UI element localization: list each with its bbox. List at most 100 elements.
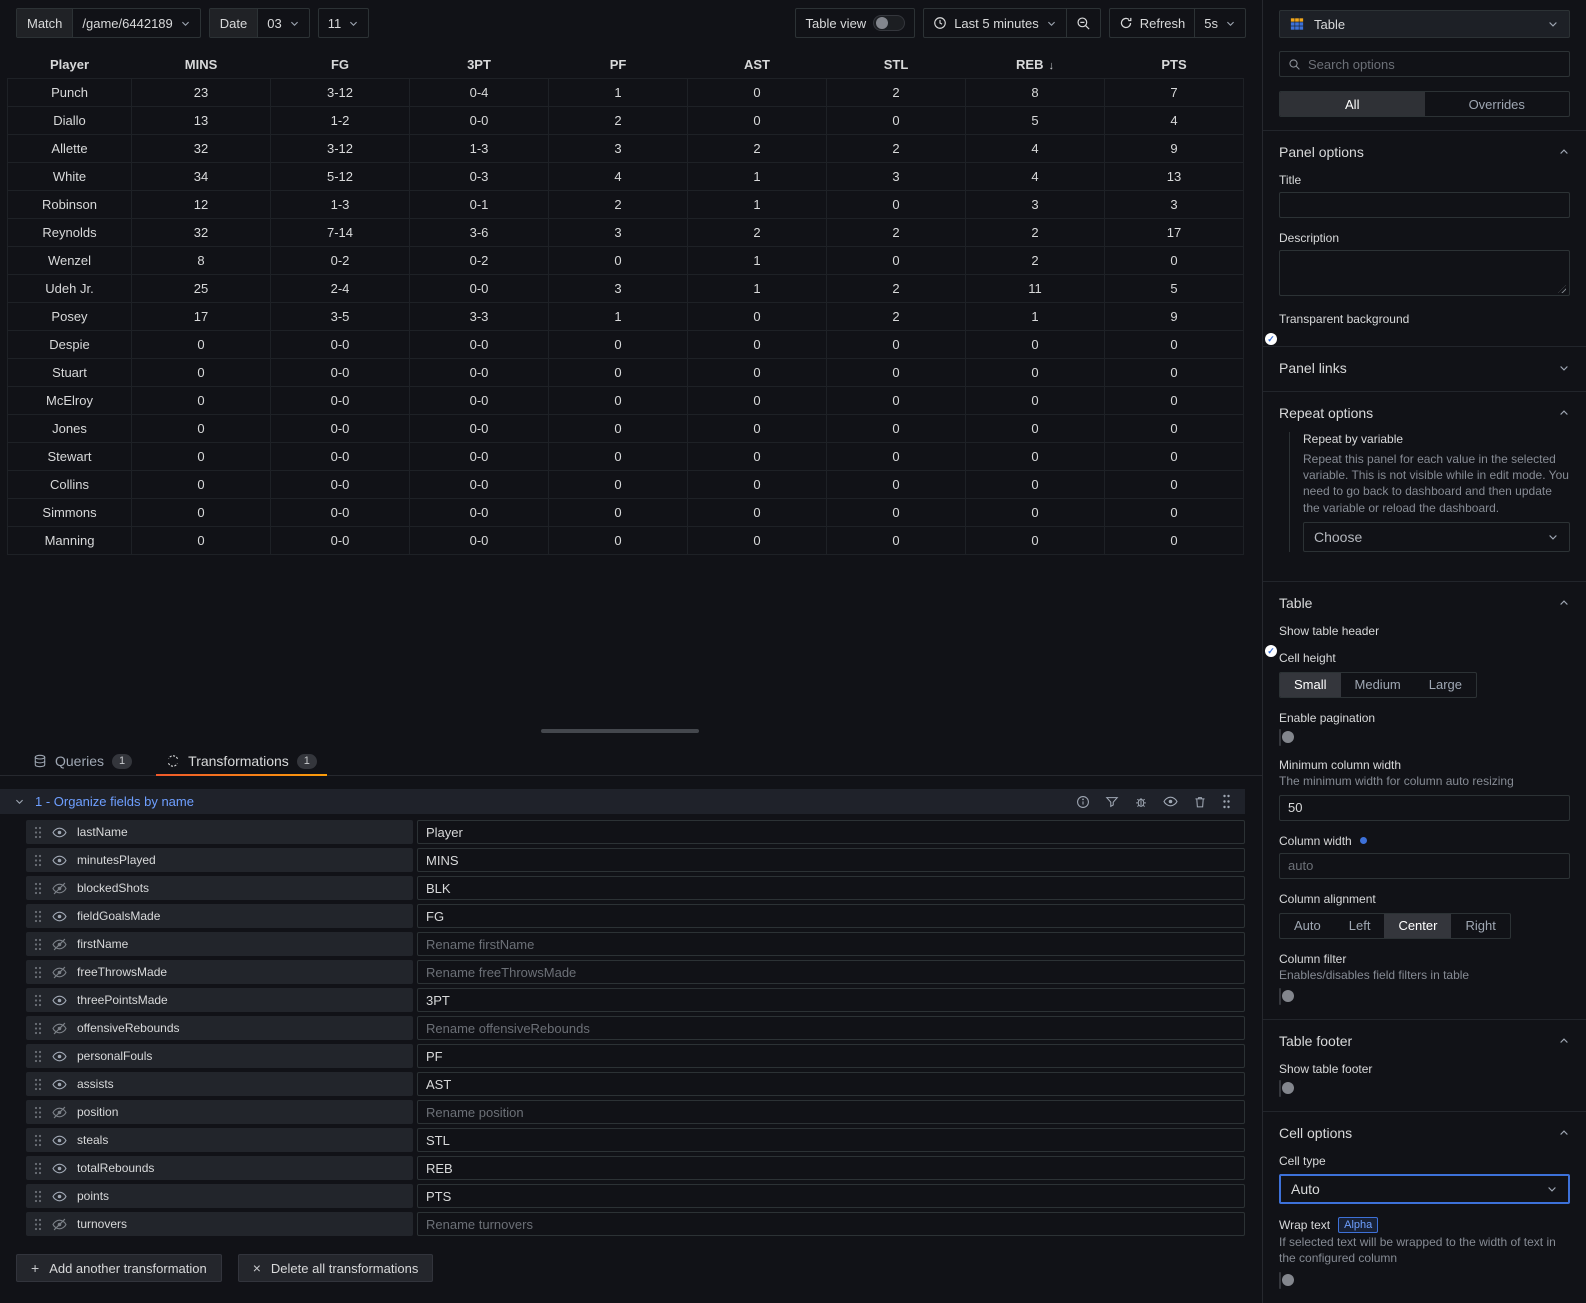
options-search[interactable]: Search options — [1279, 51, 1570, 77]
drag-handle-icon[interactable] — [34, 966, 42, 979]
refresh-button[interactable]: Refresh — [1110, 9, 1195, 37]
table-section-header[interactable]: Table — [1279, 595, 1570, 611]
time-range-picker[interactable]: Last 5 minutes — [924, 9, 1066, 37]
rename-input[interactable] — [417, 820, 1245, 844]
eye-icon[interactable] — [52, 1133, 67, 1148]
rename-input[interactable] — [417, 1100, 1245, 1124]
cell-options-header[interactable]: Cell options — [1279, 1125, 1570, 1141]
cell-height-option-medium[interactable]: Medium — [1341, 673, 1415, 697]
eye-slash-icon[interactable] — [52, 1021, 67, 1036]
eye-slash-icon[interactable] — [52, 881, 67, 896]
drag-handle-icon[interactable] — [34, 994, 42, 1007]
zoom-out-button[interactable] — [1065, 9, 1100, 37]
tab-queries[interactable]: Queries 1 — [33, 747, 133, 775]
column-header-mins[interactable]: MINS — [132, 55, 271, 78]
eye-icon[interactable] — [52, 1161, 67, 1176]
tab-overrides[interactable]: Overrides — [1425, 92, 1570, 116]
title-input[interactable] — [1279, 192, 1570, 218]
drag-handle-icon[interactable] — [34, 1022, 42, 1035]
match-value-dropdown[interactable]: /game/6442189 — [73, 9, 199, 37]
column-alignment-option-left[interactable]: Left — [1335, 914, 1385, 938]
column-header-player[interactable]: Player — [8, 55, 132, 78]
tab-transformations[interactable]: Transformations 1 — [156, 747, 327, 776]
eye-slash-icon[interactable] — [52, 1105, 67, 1120]
eye-icon[interactable] — [52, 1077, 67, 1092]
drag-handle-icon[interactable] — [34, 826, 42, 839]
debug-button[interactable] — [1134, 795, 1148, 809]
eye-slash-icon[interactable] — [52, 937, 67, 952]
preview-button[interactable] — [1163, 794, 1178, 809]
repeat-variable-select[interactable]: Choose — [1303, 521, 1570, 552]
delete-all-transformations-button[interactable]: × Delete all transformations — [237, 1254, 434, 1282]
tab-all[interactable]: All — [1280, 92, 1425, 116]
eye-icon[interactable] — [52, 993, 67, 1008]
min-column-width-input[interactable] — [1279, 794, 1570, 821]
drag-handle-icon[interactable] — [34, 1162, 42, 1175]
eye-slash-icon[interactable] — [52, 965, 67, 980]
date-month-dropdown[interactable]: 03 — [258, 9, 308, 37]
drag-handle-icon[interactable] — [34, 1134, 42, 1147]
rename-input[interactable] — [417, 1128, 1245, 1152]
rename-input[interactable] — [417, 1184, 1245, 1208]
column-filter-toggle[interactable] — [1279, 988, 1294, 1006]
panel-options-header[interactable]: Panel options — [1279, 144, 1570, 160]
drag-handle-icon[interactable] — [34, 1050, 42, 1063]
column-alignment-option-auto[interactable]: Auto — [1280, 914, 1335, 938]
delete-button[interactable] — [1193, 795, 1207, 809]
info-button[interactable] — [1076, 795, 1090, 809]
refresh-interval-dropdown[interactable]: 5s — [1194, 9, 1245, 37]
date-day-dropdown[interactable]: 11 — [319, 9, 369, 37]
eye-icon[interactable] — [52, 909, 67, 924]
transformation-header[interactable]: 1 - Organize fields by name — [0, 789, 1245, 814]
description-input[interactable] — [1279, 250, 1570, 296]
table-view-toggle[interactable] — [873, 15, 906, 31]
drag-handle-icon[interactable] — [34, 854, 42, 867]
column-alignment-option-center[interactable]: Center — [1384, 913, 1452, 938]
drag-handle-icon[interactable] — [34, 882, 42, 895]
table-footer-header[interactable]: Table footer — [1279, 1033, 1570, 1049]
eye-icon[interactable] — [52, 825, 67, 840]
pane-resize-handle[interactable] — [541, 729, 699, 733]
rename-input[interactable] — [417, 1072, 1245, 1096]
repeat-options-header[interactable]: Repeat options — [1279, 405, 1570, 421]
cell-height-option-small[interactable]: Small — [1280, 672, 1341, 697]
rename-input[interactable] — [417, 1016, 1245, 1040]
rename-input[interactable] — [417, 960, 1245, 984]
column-header-ast[interactable]: AST — [688, 55, 827, 78]
drag-handle-icon[interactable] — [34, 1218, 42, 1231]
eye-icon[interactable] — [52, 853, 67, 868]
column-header-reb[interactable]: REB ↓ — [966, 55, 1105, 78]
rename-input[interactable] — [417, 1156, 1245, 1180]
column-header-stl[interactable]: STL — [827, 55, 966, 78]
column-header-pts[interactable]: PTS — [1105, 55, 1244, 78]
drag-handle-icon[interactable] — [34, 938, 42, 951]
rename-input[interactable] — [417, 988, 1245, 1012]
rename-input[interactable] — [417, 904, 1245, 928]
drag-handle-icon[interactable] — [1222, 794, 1231, 809]
panel-type-selector[interactable]: Table — [1279, 10, 1570, 38]
column-header-3pt[interactable]: 3PT — [410, 55, 549, 78]
drag-handle-icon[interactable] — [34, 910, 42, 923]
filter-button[interactable] — [1105, 795, 1119, 809]
column-width-input[interactable] — [1279, 852, 1570, 879]
rename-input[interactable] — [417, 848, 1245, 872]
column-header-fg[interactable]: FG — [271, 55, 410, 78]
rename-input[interactable] — [417, 876, 1245, 900]
eye-icon[interactable] — [52, 1189, 67, 1204]
add-transformation-button[interactable]: + Add another transformation — [16, 1254, 222, 1282]
drag-handle-icon[interactable] — [34, 1078, 42, 1091]
cell-height-option-large[interactable]: Large — [1415, 673, 1476, 697]
cell-type-select[interactable]: Auto — [1279, 1174, 1570, 1205]
panel-links-header[interactable]: Panel links — [1279, 360, 1570, 376]
show-table-footer-toggle[interactable] — [1279, 1080, 1294, 1098]
wrap-text-toggle[interactable] — [1279, 1271, 1294, 1289]
enable-pagination-toggle[interactable] — [1279, 728, 1294, 746]
rename-input[interactable] — [417, 1212, 1245, 1236]
column-alignment-option-right[interactable]: Right — [1451, 914, 1509, 938]
drag-handle-icon[interactable] — [34, 1106, 42, 1119]
drag-handle-icon[interactable] — [34, 1190, 42, 1203]
rename-input[interactable] — [417, 1044, 1245, 1068]
eye-slash-icon[interactable] — [52, 1217, 67, 1232]
column-header-pf[interactable]: PF — [549, 55, 688, 78]
eye-icon[interactable] — [52, 1049, 67, 1064]
